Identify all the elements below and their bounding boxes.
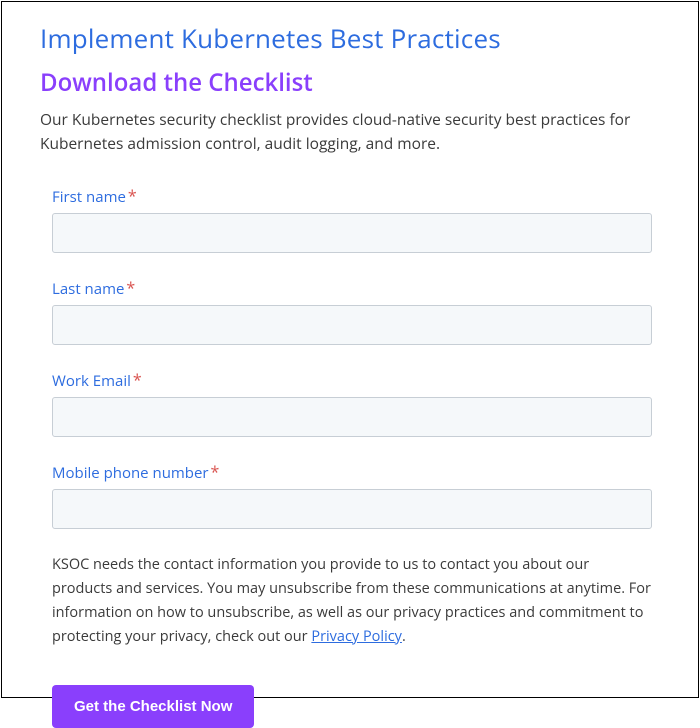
first-name-label: First name — [52, 187, 126, 207]
work-email-label: Work Email — [52, 371, 131, 391]
first-name-input[interactable] — [52, 213, 652, 253]
privacy-policy-link[interactable]: Privacy Policy — [311, 627, 402, 646]
page-title: Implement Kubernetes Best Practices — [40, 20, 660, 56]
page-subtitle: Download the Checklist — [40, 66, 660, 99]
last-name-label: Last name — [52, 279, 124, 299]
form-area: First name* Last name* Work Email* Mobil… — [40, 185, 660, 728]
work-email-input[interactable] — [52, 397, 652, 437]
submit-button[interactable]: Get the Checklist Now — [52, 685, 254, 728]
required-marker: * — [128, 185, 137, 207]
last-name-input[interactable] — [52, 305, 652, 345]
disclaimer-text: KSOC needs the contact information you p… — [52, 553, 652, 649]
work-email-field: Work Email* — [52, 369, 652, 437]
required-marker: * — [126, 277, 135, 299]
mobile-phone-label: Mobile phone number — [52, 463, 209, 483]
required-marker: * — [133, 369, 142, 391]
last-name-field: Last name* — [52, 277, 652, 345]
mobile-phone-input[interactable] — [52, 489, 652, 529]
first-name-field: First name* — [52, 185, 652, 253]
mobile-phone-field: Mobile phone number* — [52, 461, 652, 529]
disclaimer-after: . — [402, 627, 406, 646]
intro-text: Our Kubernetes security checklist provid… — [40, 107, 660, 155]
form-card: Implement Kubernetes Best Practices Down… — [1, 1, 699, 698]
required-marker: * — [211, 461, 220, 483]
